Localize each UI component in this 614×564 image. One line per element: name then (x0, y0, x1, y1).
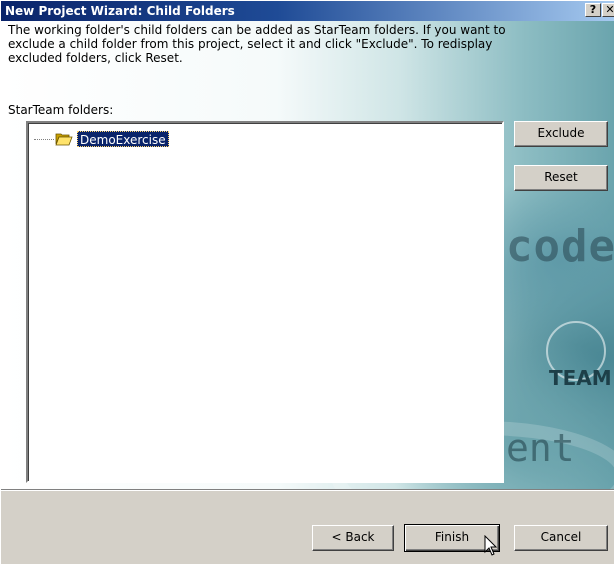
background-art-ent: ent (506, 426, 575, 470)
wizard-footer: < Back Finish Cancel (1, 491, 614, 564)
help-button[interactable]: ? (585, 3, 601, 17)
mouse-cursor-icon (484, 535, 498, 556)
back-button[interactable]: < Back (312, 525, 394, 551)
wizard-window: New Project Wizard: Child Folders ? ✕ co… (0, 0, 614, 564)
wizard-content: code TEAM ent The working folder's child… (1, 21, 614, 509)
open-folder-icon (55, 133, 73, 146)
reset-button[interactable]: Reset (514, 165, 608, 191)
description-line-3: excluded folders, click Reset. (8, 51, 183, 65)
tree-item-label[interactable]: DemoExercise (77, 131, 169, 147)
exclude-button[interactable]: Exclude (514, 121, 608, 147)
background-art-code: code (506, 221, 614, 272)
tree-connector-line (34, 139, 54, 140)
cancel-button[interactable]: Cancel (514, 525, 608, 551)
window-title: New Project Wizard: Child Folders (5, 4, 235, 18)
description-line-2: exclude a child folder from this project… (8, 37, 493, 51)
background-art-team: TEAM (549, 366, 612, 390)
description-line-1: The working folder's child folders can b… (8, 23, 506, 37)
folder-tree[interactable]: DemoExercise (26, 121, 504, 483)
close-button[interactable]: ✕ (602, 3, 614, 17)
starteam-folders-label: StarTeam folders: (8, 103, 114, 117)
title-bar[interactable]: New Project Wizard: Child Folders ? ✕ (1, 1, 614, 21)
description-text: The working folder's child folders can b… (8, 23, 548, 65)
